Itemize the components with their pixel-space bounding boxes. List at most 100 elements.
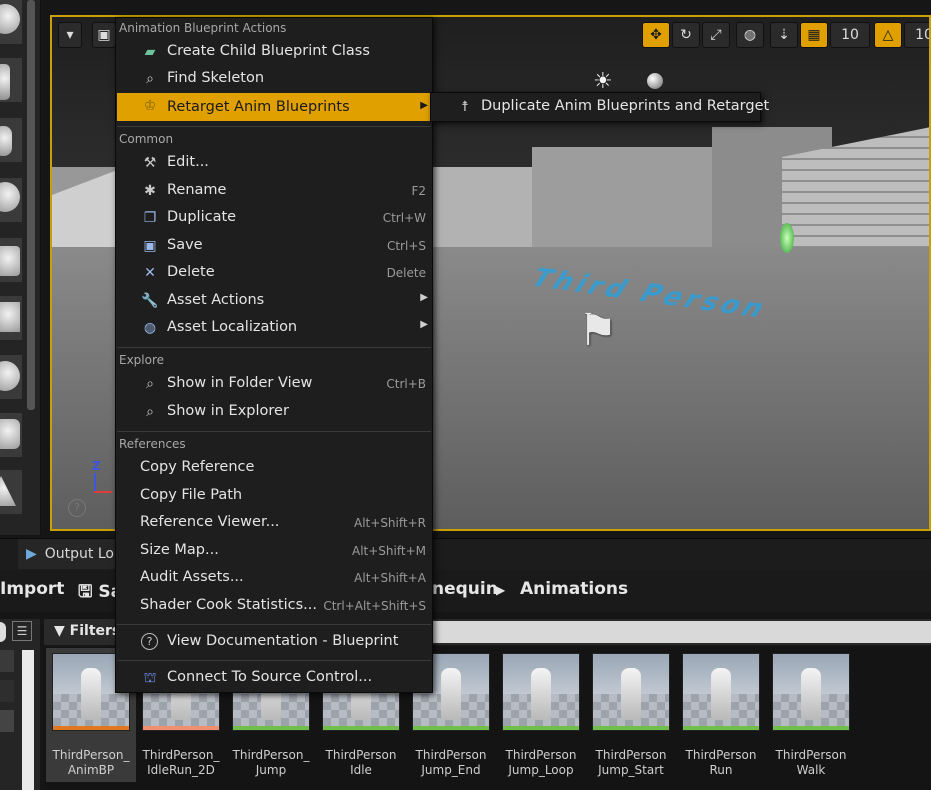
menu-shader-cook-statistics[interactable]: Shader Cook Statistics... Ctrl+Alt+Shift+…	[117, 593, 431, 619]
surface-snap-button[interactable]: ⇣	[770, 22, 798, 48]
rename-icon: ✱	[144, 183, 156, 199]
sources-panel	[0, 619, 40, 790]
sources-row[interactable]	[0, 650, 14, 672]
path-mannequin[interactable]: nequin	[432, 579, 498, 599]
menu-show-in-folder-view[interactable]: ⌕ Show in Folder View Ctrl+B	[117, 371, 431, 397]
menu-retarget-anim-blueprints[interactable]: ♔ Retarget Anim Blueprints ▶	[117, 93, 431, 121]
pawn-placeable[interactable]	[0, 118, 22, 162]
menu-create-child-blueprint[interactable]: ▰ Create Child Blueprint Class	[117, 39, 431, 65]
menu-reference-viewer[interactable]: Reference Viewer... Alt+Shift+R	[117, 510, 431, 536]
menu-duplicate[interactable]: ❐ Duplicate Ctrl+W	[117, 205, 431, 231]
perspective-button[interactable]: ▣	[92, 22, 116, 48]
help-icon: ?	[141, 633, 158, 650]
search-icon: ⌕	[146, 376, 154, 392]
player-start-gem[interactable]	[780, 223, 794, 253]
cylinder-placeable[interactable]	[0, 413, 22, 457]
menu-separator	[117, 126, 431, 127]
asset-name: ThirdPerson Jump_Loop	[505, 748, 577, 777]
rotate-tool-button[interactable]: ↻	[672, 22, 700, 48]
menu-asset-actions[interactable]: 🔧 Asset Actions ▶	[117, 288, 431, 314]
section-animation-blueprint: Animation Blueprint Actions	[119, 21, 287, 35]
filters-button[interactable]: ▼ Filters	[54, 623, 120, 639]
menu-save[interactable]: ▣ Save Ctrl+S	[117, 233, 431, 259]
delete-icon: ✕	[144, 265, 156, 281]
skeleton-icon: ☨	[461, 99, 469, 115]
menu-edit[interactable]: ⚒ Edit...	[117, 150, 431, 176]
menu-connect-source-control[interactable]: ⛫ Connect To Source Control...	[117, 665, 431, 691]
menu-copy-file-path[interactable]: Copy File Path	[117, 483, 431, 509]
list-view-icon[interactable]: ☰	[12, 621, 32, 641]
asset-tile[interactable]: ThirdPerson Walk	[772, 653, 850, 778]
asset-thumbnail	[592, 653, 670, 731]
viewport-options-button[interactable]: ▾	[58, 22, 82, 48]
asset-tile[interactable]: ThirdPerson Run	[682, 653, 760, 778]
path-animations[interactable]: Animations	[520, 579, 628, 599]
asset-thumbnail	[502, 653, 580, 731]
asset-name: ThirdPerson Run	[685, 748, 757, 777]
sky-sphere-icon[interactable]	[647, 73, 663, 89]
grid-size-dropdown[interactable]: 10	[830, 22, 870, 48]
tab-output-log[interactable]: ▶ Output Lo	[18, 539, 122, 569]
translate-tool-button[interactable]: ✥	[642, 22, 670, 48]
sources-row[interactable]	[0, 710, 14, 732]
placement-scrollbar[interactable]	[27, 0, 35, 410]
sources-row[interactable]	[0, 680, 14, 702]
actor-placeable[interactable]	[0, 238, 22, 282]
menu-delete[interactable]: ✕ Delete Delete	[117, 260, 431, 286]
world-local-button[interactable]: ◍	[736, 22, 764, 48]
menu-view-documentation[interactable]: ? View Documentation - Blueprint	[117, 629, 431, 655]
edit-icon: ⚒	[143, 155, 157, 171]
asset-name: ThirdPerson Jump_End	[415, 748, 487, 777]
rotation-size-dropdown[interactable]: 10	[904, 22, 929, 48]
menu-copy-reference[interactable]: Copy Reference	[117, 455, 431, 481]
asset-name: ThirdPerson_ IdleRun_2D	[142, 748, 220, 777]
sun-light-icon[interactable]: ☀	[593, 69, 613, 94]
light-placeable[interactable]	[0, 178, 22, 222]
menu-asset-localization[interactable]: ◍ Asset Localization ▶	[117, 315, 431, 341]
menu-separator	[117, 624, 431, 625]
menu-find-skeleton[interactable]: ⌕ Find Skeleton	[117, 66, 431, 92]
submenu-arrow-icon: ▶	[420, 100, 428, 111]
asset-thumbnail	[772, 653, 850, 731]
asset-tile[interactable]: ThirdPerson Jump_Loop	[502, 653, 580, 778]
source-control-icon: ⛫	[143, 670, 157, 686]
submenu-arrow-icon: ▶	[420, 319, 428, 330]
axis-x-line	[94, 491, 112, 493]
grid-snap-button[interactable]: ▦	[800, 22, 828, 48]
sources-scrollbar[interactable]	[22, 650, 34, 790]
section-common: Common	[119, 132, 174, 146]
asset-name: ThirdPerson_ Jump	[232, 748, 310, 777]
context-menu: Animation Blueprint Actions ▰ Create Chil…	[115, 17, 433, 693]
section-references: References	[119, 437, 186, 451]
menu-rename[interactable]: ✱ Rename F2	[117, 178, 431, 204]
search-assets-field[interactable]	[430, 621, 931, 643]
asset-name: ThirdPerson Walk	[775, 748, 847, 777]
globe-icon: ◍	[143, 320, 157, 336]
sources-toggle-icon[interactable]	[0, 622, 6, 642]
rotation-snap-button[interactable]: △	[874, 22, 902, 48]
asset-tile[interactable]: ThirdPerson Jump_Start	[592, 653, 670, 778]
menu-separator	[117, 347, 431, 348]
menu-duplicate-anim-blueprints-retarget[interactable]: ☨ Duplicate Anim Blueprints and Retarget	[432, 94, 769, 120]
save-icon: ▣	[143, 238, 157, 254]
axis-z-label: Z	[92, 459, 101, 473]
path-chevron-icon: ▶	[496, 583, 506, 597]
menu-audit-assets[interactable]: Audit Assets... Alt+Shift+A	[117, 565, 431, 591]
menu-separator	[117, 431, 431, 432]
menu-size-map[interactable]: Size Map... Alt+Shift+M	[117, 538, 431, 564]
asset-name: ThirdPerson Idle	[325, 748, 397, 777]
asset-name: ThirdPerson_ AnimBP	[52, 748, 130, 777]
section-explore: Explore	[119, 353, 165, 367]
scale-tool-button[interactable]: ⤢	[702, 22, 730, 48]
cone-placeable[interactable]	[0, 470, 22, 514]
viewport-help-icon[interactable]: ?	[68, 499, 86, 517]
search-icon: ⌕	[146, 404, 154, 420]
sphere2-placeable[interactable]	[0, 355, 22, 399]
import-button[interactable]: Import	[0, 579, 64, 599]
game-mode-flag-icon[interactable]: ⚑	[578, 299, 634, 363]
cube-placeable[interactable]	[0, 296, 22, 340]
sphere-placeable[interactable]	[0, 0, 22, 44]
menu-show-in-explorer[interactable]: ⌕ Show in Explorer	[117, 399, 431, 425]
asset-thumbnail	[682, 653, 760, 731]
character-placeable[interactable]	[0, 58, 22, 102]
